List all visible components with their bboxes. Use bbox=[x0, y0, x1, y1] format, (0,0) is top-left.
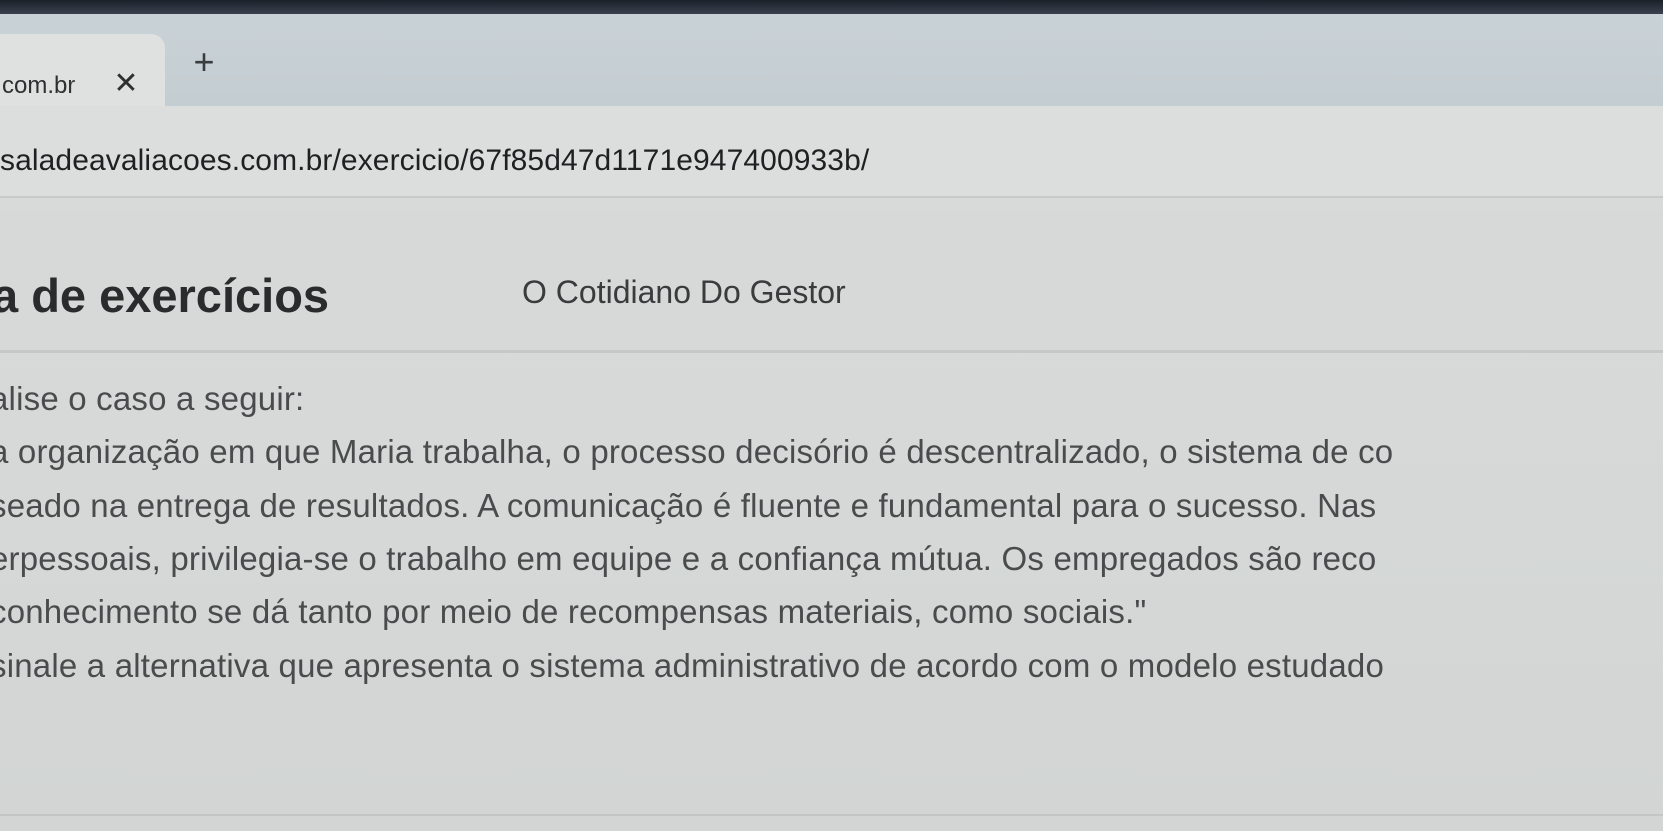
page-subtitle: O Cotidiano Do Gestor bbox=[522, 274, 846, 310]
screenshot: com.br ✕ + saladeavaliacoes.com.br/exerc… bbox=[0, 0, 1663, 831]
question-line: sinale a alternativa que apresenta o sis… bbox=[0, 647, 1384, 684]
question-line: alise o caso a seguir: bbox=[0, 380, 305, 417]
question-line: seado na entrega de resultados. A comuni… bbox=[0, 487, 1377, 524]
page-title: a de exercícios bbox=[0, 269, 330, 322]
question-line: erpessoais, privilegia-se o trabalho em … bbox=[0, 540, 1377, 577]
page-header: a de exercícios O Cotidiano Do Gestor bbox=[0, 210, 1663, 353]
tab-title: com.br bbox=[2, 72, 92, 100]
address-bar[interactable]: saladeavaliacoes.com.br/exercicio/67f85d… bbox=[0, 106, 1663, 198]
question-line: a organização em que Maria trabalha, o p… bbox=[0, 433, 1394, 470]
plus-icon[interactable]: + bbox=[186, 44, 222, 80]
tab-strip: com.br ✕ + bbox=[0, 14, 1663, 106]
url-text[interactable]: saladeavaliacoes.com.br/exercicio/67f85d… bbox=[0, 144, 869, 178]
divider bbox=[0, 814, 1663, 816]
question-text: alise o caso a seguir: a organização em … bbox=[0, 360, 1663, 831]
monitor-bezel bbox=[0, 0, 1663, 14]
browser-tab[interactable]: com.br ✕ bbox=[0, 34, 165, 106]
close-icon[interactable]: ✕ bbox=[108, 66, 144, 102]
question-line: conhecimento se dá tanto por meio de rec… bbox=[0, 593, 1147, 630]
